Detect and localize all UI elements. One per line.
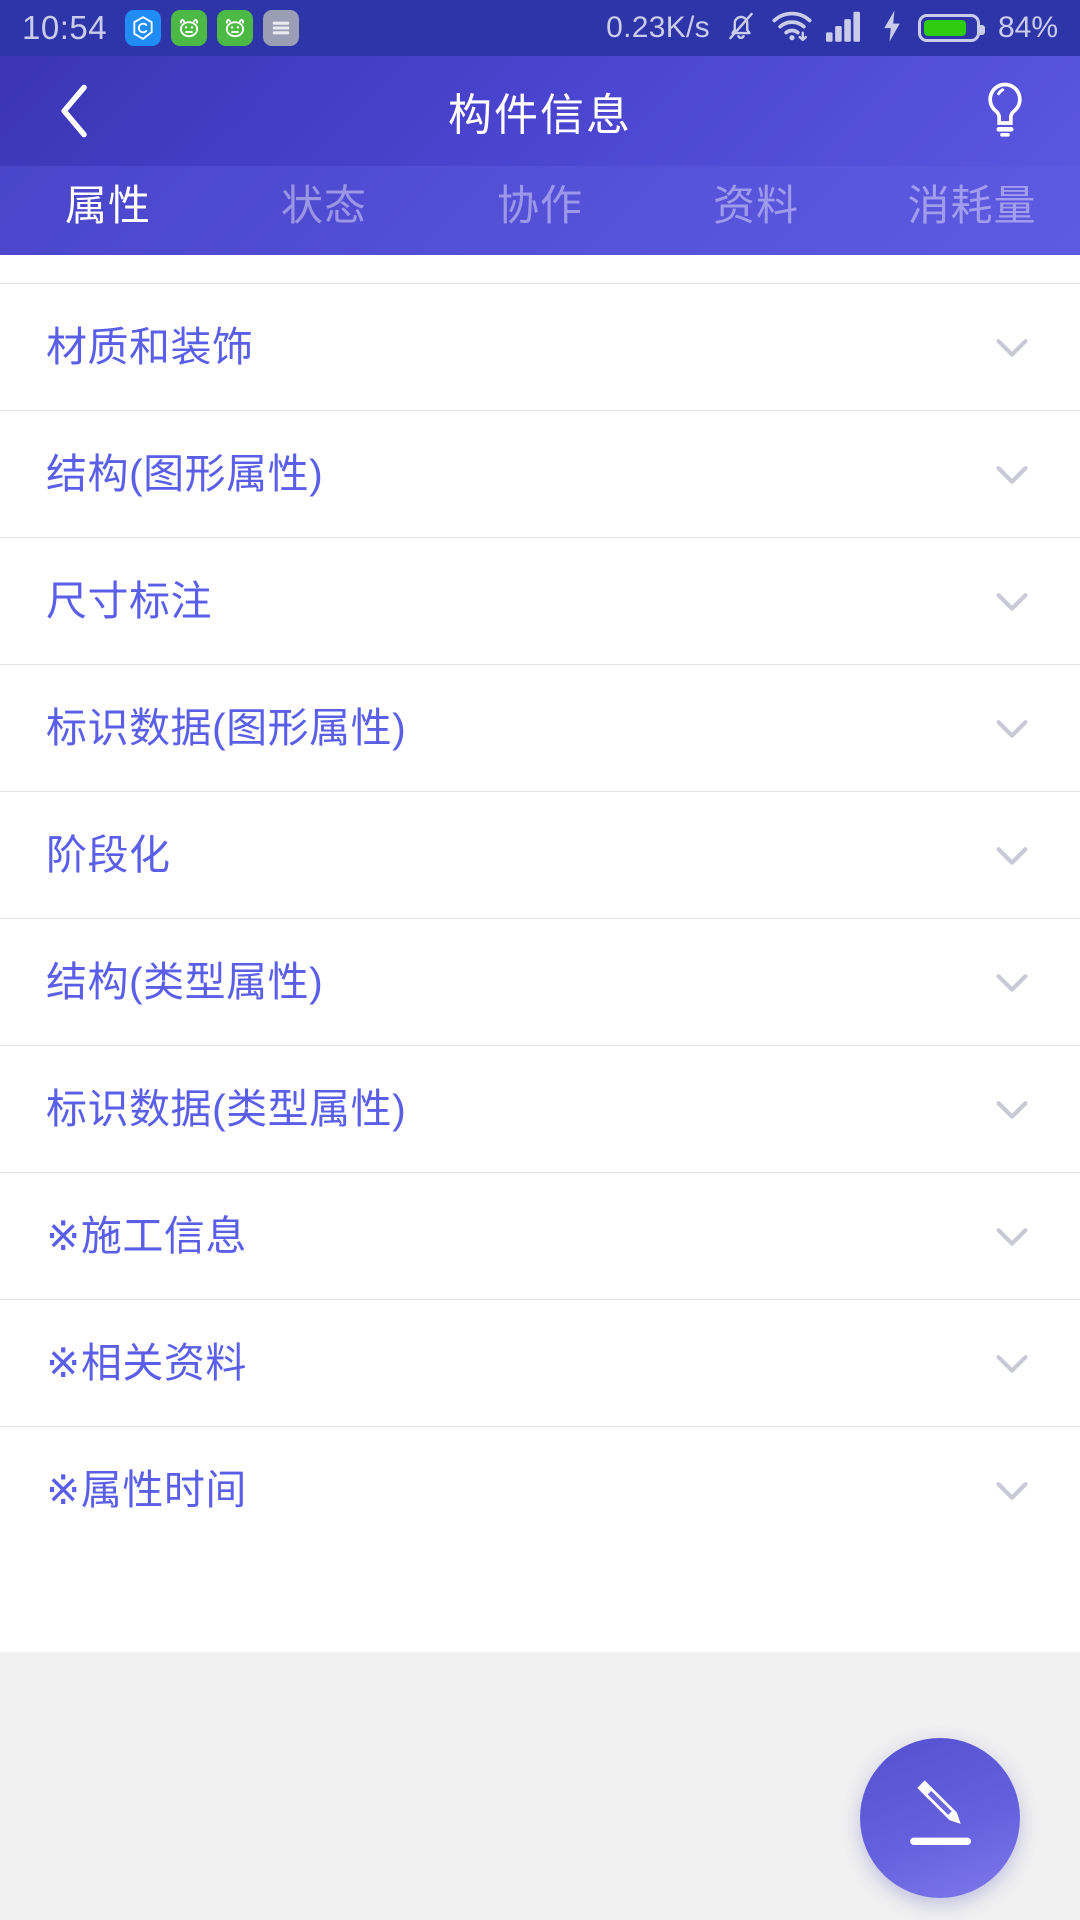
chevron-down-icon (988, 1466, 1036, 1514)
tab-materials[interactable]: 资料 (648, 172, 864, 255)
list-item-label: ※施工信息 (46, 1212, 247, 1259)
status-bar-system-icons: 0.23K/s 84% (606, 8, 1058, 49)
attribute-group-list: 材质和装饰 结构(图形属性) 尺寸标注 标识数据(图形属性) 阶段化 结构(类型… (0, 255, 1080, 1652)
status-bar: 10:54 0.23K/s 84% (0, 0, 1080, 56)
wifi-icon (772, 9, 812, 48)
list-item-label: 结构(图形属性) (46, 450, 324, 497)
edit-pencil-icon (894, 1770, 986, 1867)
chevron-down-icon (988, 323, 1036, 371)
list-item[interactable]: 阶段化 (0, 791, 1080, 918)
list-item-label: 标识数据(图形属性) (46, 704, 407, 751)
chevron-down-icon (988, 1212, 1036, 1260)
footer-area (0, 1652, 1080, 1920)
list-item-label: ※属性时间 (46, 1466, 247, 1513)
list-app-icon (263, 10, 300, 46)
list-item-label: 材质和装饰 (46, 323, 254, 370)
list-item[interactable]: 标识数据(图形属性) (0, 664, 1080, 791)
battery-icon (917, 14, 985, 42)
chevron-down-icon (988, 1085, 1036, 1133)
status-bar-notification-icons (125, 10, 300, 46)
tab-collaborate[interactable]: 协作 (432, 172, 648, 255)
lightbulb-icon[interactable] (970, 76, 1040, 146)
status-bar-clock: 10:54 (22, 9, 108, 46)
chevron-down-icon (988, 958, 1036, 1006)
chevron-down-icon (988, 831, 1036, 879)
app-header: 构件信息 (0, 56, 1080, 166)
list-item-label: 结构(类型属性) (46, 958, 324, 1005)
list-item[interactable]: 结构(图形属性) (0, 410, 1080, 537)
page-title: 构件信息 (448, 91, 632, 140)
list-item-label: ※相关资料 (46, 1339, 247, 1386)
network-speed-label: 0.23K/s (606, 11, 710, 44)
list-item[interactable]: ※属性时间 (0, 1426, 1080, 1553)
battery-fill (923, 20, 966, 36)
chevron-down-icon (988, 577, 1036, 625)
back-button[interactable] (40, 76, 110, 146)
list-item[interactable]: ※施工信息 (0, 1172, 1080, 1299)
battery-percent-label: 84% (997, 11, 1058, 44)
tab-status[interactable]: 状态 (216, 172, 432, 255)
list-item[interactable]: 材质和装饰 (0, 283, 1080, 410)
tab-attributes[interactable]: 属性 (0, 172, 216, 255)
list-item-label: 标识数据(类型属性) (46, 1085, 407, 1132)
cellular-signal-icon (825, 10, 866, 47)
chevron-down-icon (988, 1339, 1036, 1387)
tab-consumption[interactable]: 消耗量 (864, 172, 1080, 255)
charging-bolt-icon (880, 9, 904, 48)
list-item[interactable]: 结构(类型属性) (0, 918, 1080, 1045)
frog-app-icon (171, 10, 208, 46)
list-item-label: 阶段化 (46, 831, 171, 878)
tab-bar: 属性 状态 协作 资料 消耗量 (0, 166, 1080, 255)
chevron-down-icon (988, 450, 1036, 498)
list-item[interactable]: 标识数据(类型属性) (0, 1045, 1080, 1172)
chevron-down-icon (988, 704, 1036, 752)
hexagon-app-icon (125, 10, 162, 46)
list-item-label: 尺寸标注 (46, 577, 212, 624)
app-screen: 10:54 0.23K/s 84% 构件信息 属性 状态 协作 资料 消耗量 材… (0, 0, 1080, 1920)
frog-app-icon-2 (217, 10, 254, 46)
list-item[interactable]: 尺寸标注 (0, 537, 1080, 664)
mute-bell-icon (724, 8, 758, 49)
edit-fab-button[interactable] (860, 1738, 1020, 1898)
list-item[interactable]: ※相关资料 (0, 1299, 1080, 1426)
